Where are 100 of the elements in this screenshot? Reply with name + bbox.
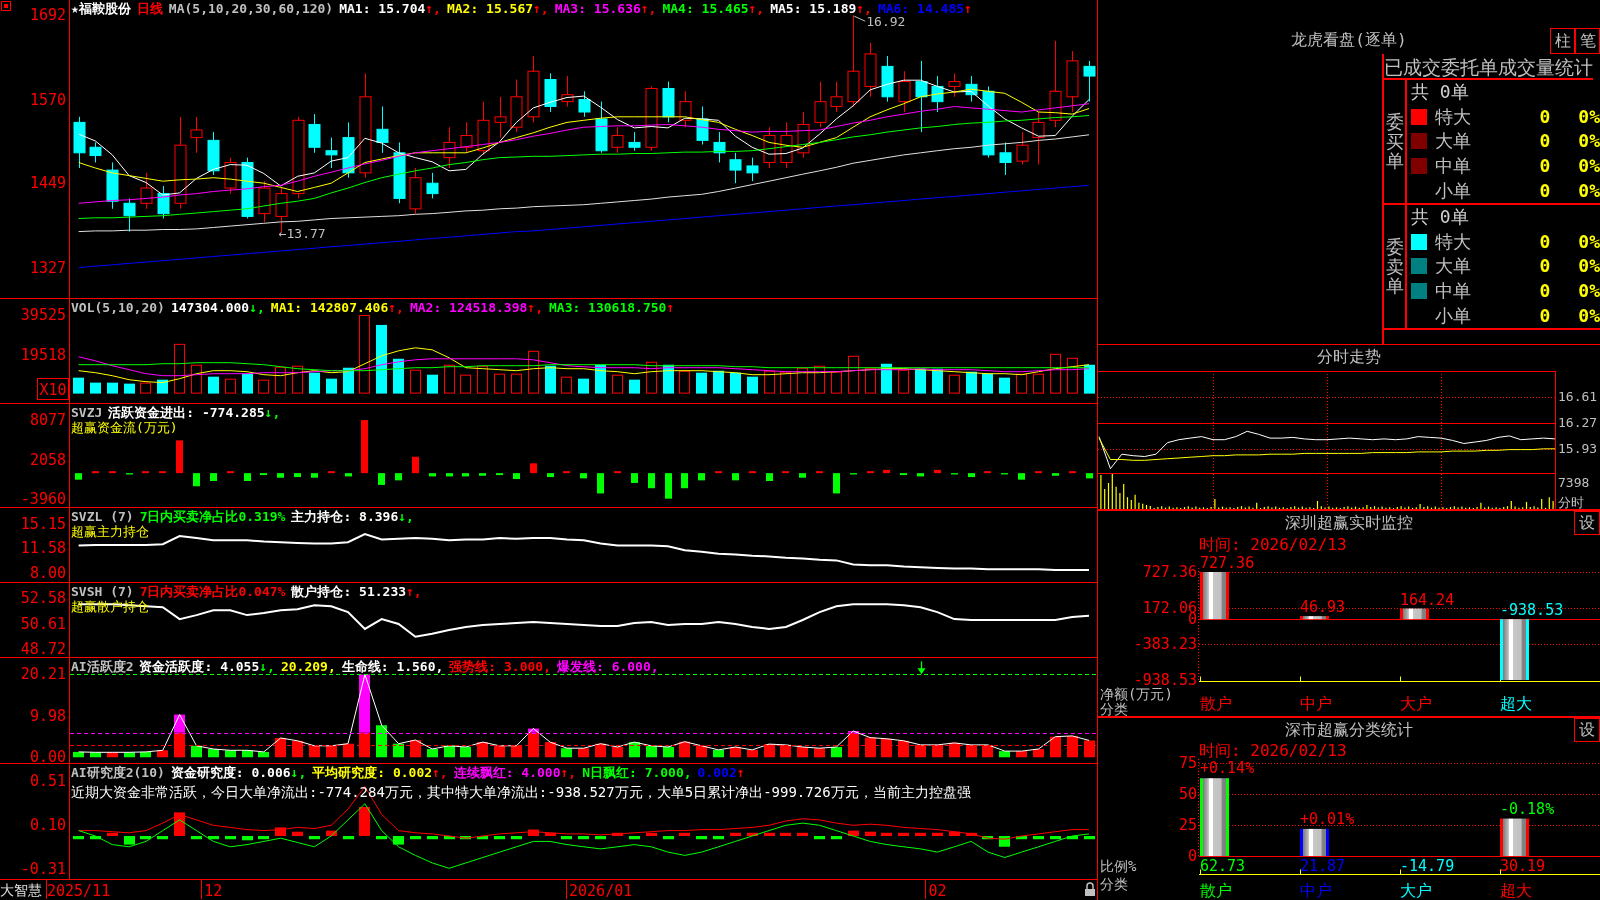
order-type-label: 小单 [1435,180,1471,201]
date-label: 12 [204,882,223,899]
trend-arrow: ↑ [736,765,745,780]
indicator-label: 7日内买卖净占比0.319% [139,509,286,524]
order-percent: 0% [1578,305,1600,326]
trend-arrow: ↑, [527,300,543,315]
axis-title: 净额(万元) [1100,686,1173,702]
category-label: 中户 [1300,881,1332,900]
order-type-label: 大单 [1435,131,1471,152]
panel-title: 分时走势 [1317,346,1381,368]
order-percent: 0% [1578,106,1600,127]
axis-label: 20.21 [20,665,66,684]
group-label: 委买单 [1385,111,1404,172]
order-percent: 0% [1578,256,1600,277]
axis-label: 19518 [20,345,66,364]
annotation: 16.92 [866,14,906,30]
axis-label: -0.31 [20,860,66,879]
axis-label: 分时 [1558,495,1584,509]
indicator-label: SVSH (7) [71,584,134,599]
axis-title: 分类 [1100,701,1128,716]
order-count: 0 [1539,106,1551,127]
price-annotation: ←13.77 [278,226,326,241]
order-count: 0 [1539,156,1551,177]
axis-label: -383.23 [1133,635,1197,653]
indicator-label: 活跃资金进出: -774.285 [108,405,265,420]
category-label: 超大 [1500,694,1532,713]
axis-label: 0 [1187,847,1197,865]
unit-label: X10 [37,378,69,400]
indicator-label: 连续飘红: 4.000 [453,765,561,780]
table-title: 已成交委托单成交量统计 [1384,54,1593,80]
axis-label: 39525 [20,305,66,324]
axis-label: -938.53 [1133,671,1197,689]
axis-label: 8.00 [29,563,66,582]
trend-arrow: ↑, [856,1,872,16]
indicator-note: 超赢资金流(万元) [71,420,178,435]
order-percent: 0% [1578,131,1600,152]
trend-arrow: ↑, [748,1,765,16]
value-label: -14.79 [1400,857,1455,875]
trend-arrow: ↓, [398,509,414,524]
order-percent: 0% [1578,231,1600,252]
indicator-label: SVZJ [71,405,103,420]
indicator-label: MA5: 15.189 [770,1,857,16]
axis-label: 0.10 [29,816,66,835]
trend-arrow: ↓, [264,405,281,420]
indicator-label: 资金研究度: 0.006 [170,765,291,780]
panel-title: 深圳超赢实时监控 [1285,512,1413,534]
order-percent: 0% [1578,281,1600,302]
trend-arrow: ↓, [290,765,307,780]
axis-label: 50 [1178,785,1197,803]
price-label: 15.93 [1558,440,1598,456]
indicator-label: VOL(5,10,20) [71,300,165,315]
indicator-label: 爆发线: 6.000, [557,659,659,674]
trend-arrow: ↓, [249,300,265,315]
indicator-label: 20.209, [280,659,336,674]
indicator-label: MA2: 15.567 [446,1,534,16]
panel-title: 龙虎看盘(逐单) [1291,29,1407,51]
indicator-label: 7日内买卖净占比0.047% [139,584,286,599]
axis-label: 1327 [29,258,66,277]
indicator-label: MA2: 124518.398 [409,300,528,315]
app-logo: 大智慧 [0,881,43,900]
trend-arrow: ↑, [406,584,422,599]
group-label: 委卖单 [1385,236,1404,297]
trend-arrow: ↑ [666,300,675,315]
indicator-label: AI活跃度2 [71,659,134,674]
price-label: 16.27 [1558,414,1598,430]
axis-label: 48.72 [20,640,66,657]
change-label: +0.01% [1300,809,1355,828]
change-label: +0.14% [1200,759,1255,778]
order-count: 0 [1539,281,1551,302]
value-label: 62.73 [1200,857,1246,875]
axis-label: 75 [1178,754,1197,772]
axis-label: 0.51 [29,772,66,791]
stock-name: ★福鞍股份 [71,1,131,16]
category-label: 散户 [1200,694,1232,713]
axis-label: 50.61 [20,615,66,633]
indicator-label: MA(5,10,20,30,60,120) [168,1,334,16]
category-label: 散户 [1200,881,1232,900]
order-type-label: 特大 [1435,106,1471,127]
date-label: 02 [928,882,947,899]
order-total: 共 0单 [1411,81,1469,102]
axis-label: 1449 [29,174,66,193]
category-label: 大户 [1400,881,1432,900]
indicator-label: 平均研究度: 0.002 [312,765,433,780]
order-count: 0 [1539,231,1551,252]
value-label: 30.19 [1500,857,1546,875]
axis-label: 0.00 [29,748,66,763]
order-count: 0 [1539,305,1551,326]
axis-label: 727.36 [1142,563,1197,581]
timestamp-label: 时间: 2026/02/13 [1199,535,1347,554]
indicator-label: N日飘红: 7.000, [582,765,692,780]
order-count: 0 [1539,180,1551,201]
trend-arrow: ↑, [425,1,441,16]
trend-arrow: ↑, [533,1,549,16]
axis-title: 分类 [1100,876,1128,892]
order-type-label: 大单 [1435,256,1471,277]
indicator-label: MA6: 14.485 [877,1,965,16]
category-label: 大户 [1400,694,1432,713]
trend-arrow: ↑, [640,1,657,16]
order-type-label: 小单 [1435,305,1471,326]
axis-label: 2058 [29,450,66,469]
